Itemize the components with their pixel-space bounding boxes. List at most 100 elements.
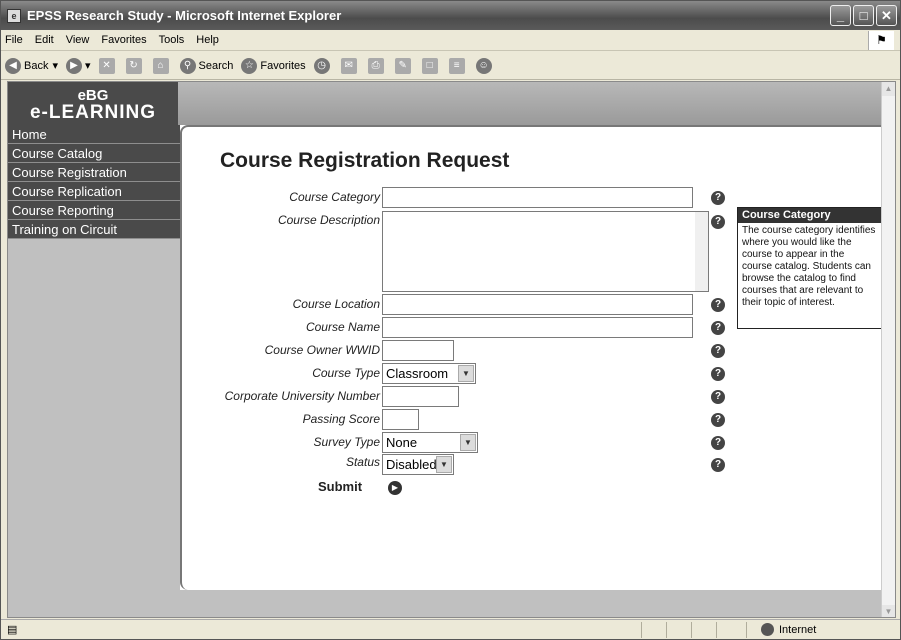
help-icon[interactable]: ? <box>711 367 725 381</box>
page-icon: ▤ <box>7 624 18 636</box>
survey-type-label: Survey Type <box>313 435 380 449</box>
nav-training-on-circuit[interactable]: Training on Circuit <box>8 220 180 239</box>
footer-band <box>180 590 883 617</box>
chevron-down-icon: ▾ <box>52 60 58 72</box>
nav-course-reporting[interactable]: Course Reporting <box>8 201 180 220</box>
home-icon: ⌂ <box>152 57 169 74</box>
mail-button[interactable]: ✉ <box>340 57 360 74</box>
window-title: EPSS Research Study - Microsoft Internet… <box>27 8 342 23</box>
menu-view[interactable]: View <box>66 34 90 46</box>
course-name-input[interactable] <box>382 317 693 338</box>
edit-icon: ✎ <box>394 57 411 74</box>
discuss-button[interactable]: □ <box>421 57 441 74</box>
status-select[interactable]: Disabled ▼ <box>382 454 454 475</box>
globe-icon <box>761 623 774 636</box>
home-button[interactable]: ⌂ <box>152 57 172 74</box>
help-icon[interactable]: ? <box>711 344 725 358</box>
course-location-label: Course Location <box>292 297 380 311</box>
help-icon[interactable]: ? <box>711 458 725 472</box>
mail-icon: ✉ <box>340 57 357 74</box>
course-type-select[interactable]: Classroom ▼ <box>382 363 476 384</box>
chevron-down-icon: ▼ <box>458 365 474 382</box>
ie-icon: e <box>7 8 21 23</box>
menu-favorites[interactable]: Favorites <box>101 34 146 46</box>
course-location-input[interactable] <box>382 294 693 315</box>
textarea-scrollbar[interactable] <box>695 212 708 291</box>
scroll-down-arrow-icon[interactable]: ▼ <box>882 605 895 617</box>
nav-course-replication[interactable]: Course Replication <box>8 182 180 201</box>
help-icon[interactable]: ? <box>711 215 725 229</box>
corporate-university-number-label: Corporate University Number <box>224 389 380 403</box>
menu-tools[interactable]: Tools <box>159 34 185 46</box>
status-divider <box>746 622 747 638</box>
submit-arrow-icon[interactable]: ▶ <box>388 481 402 495</box>
favorites-button[interactable]: ☆ Favorites <box>241 57 306 74</box>
course-description-textarea[interactable] <box>382 211 709 292</box>
nav-home[interactable]: Home <box>8 125 180 144</box>
help-icon[interactable]: ? <box>711 298 725 312</box>
search-icon: ⚲ <box>179 57 196 74</box>
refresh-button[interactable]: ↻ <box>125 57 145 74</box>
survey-type-select[interactable]: None ▼ <box>382 432 478 453</box>
menu-edit[interactable]: Edit <box>35 34 54 46</box>
back-button[interactable]: ◀ Back ▾ <box>5 57 58 74</box>
corporate-university-number-input[interactable] <box>382 386 459 407</box>
course-owner-wwid-input[interactable] <box>382 340 454 361</box>
history-button[interactable]: ◷ <box>313 57 333 74</box>
messenger-icon: ☺ <box>475 57 492 74</box>
help-icon[interactable]: ? <box>711 436 725 450</box>
refresh-icon: ↻ <box>125 57 142 74</box>
nav-course-registration[interactable]: Course Registration <box>8 163 180 182</box>
edit-button[interactable]: ✎ <box>394 57 414 74</box>
menu-bar: File Edit View Favorites Tools Help ⚑ <box>1 30 900 51</box>
course-category-label: Course Category <box>289 190 380 204</box>
print-button[interactable]: ⎙ <box>367 57 387 74</box>
research-button[interactable]: ≡ <box>448 57 468 74</box>
page-viewport: eBG e-LEARNING Home Course Catalog Cours… <box>7 81 896 618</box>
help-icon[interactable]: ? <box>711 413 725 427</box>
research-icon: ≡ <box>448 57 465 74</box>
sidebar-nav: Home Course Catalog Course Registration … <box>8 125 180 617</box>
help-icon[interactable]: ? <box>711 390 725 404</box>
menu-file[interactable]: File <box>5 34 23 46</box>
status-divider <box>691 622 692 638</box>
stop-button[interactable]: ✕ <box>98 57 118 74</box>
status-divider <box>641 622 642 638</box>
course-category-input[interactable] <box>382 187 693 208</box>
chevron-down-icon: ▾ <box>85 60 91 72</box>
maximize-button[interactable]: □ <box>853 5 874 26</box>
toolbar: ◀ Back ▾ ▶ ▾ ✕ ↻ ⌂ ⚲ Search ☆ Favorites … <box>1 52 900 80</box>
status-divider <box>666 622 667 638</box>
minimize-button[interactable]: _ <box>830 5 851 26</box>
messenger-button[interactable]: ☺ <box>475 57 495 74</box>
brand-logo[interactable]: eBG e-LEARNING <box>8 82 178 125</box>
course-owner-wwid-label: Course Owner WWID <box>264 343 380 357</box>
page-scrollbar[interactable]: ▲ ▼ <box>881 82 895 617</box>
discuss-icon: □ <box>421 57 438 74</box>
security-zone: Internet <box>761 623 816 636</box>
course-type-label: Course Type <box>312 366 380 380</box>
windows-logo-icon: ⚑ <box>868 31 894 50</box>
help-icon[interactable]: ? <box>711 191 725 205</box>
close-button[interactable]: ✕ <box>876 5 897 26</box>
submit-label[interactable]: Submit <box>318 479 362 494</box>
chevron-down-icon: ▼ <box>436 456 452 473</box>
search-button[interactable]: ⚲ Search <box>179 57 233 74</box>
status-divider <box>716 622 717 638</box>
help-tooltip: Course Category The course category iden… <box>737 207 882 329</box>
forward-button[interactable]: ▶ ▾ <box>66 57 91 74</box>
history-icon: ◷ <box>313 57 330 74</box>
forward-arrow-icon: ▶ <box>66 57 82 74</box>
help-icon[interactable]: ? <box>711 321 725 335</box>
course-description-label: Course Description <box>277 213 380 227</box>
status-label: Status <box>345 455 380 469</box>
menu-help[interactable]: Help <box>196 34 219 46</box>
main-panel: Course Registration Request Course Categ… <box>180 125 883 590</box>
star-icon: ☆ <box>241 57 258 74</box>
nav-course-catalog[interactable]: Course Catalog <box>8 144 180 163</box>
tooltip-title: Course Category <box>738 208 881 223</box>
passing-score-label: Passing Score <box>302 412 380 426</box>
scroll-up-arrow-icon[interactable]: ▲ <box>882 82 895 96</box>
browser-window: e EPSS Research Study - Microsoft Intern… <box>0 0 901 640</box>
passing-score-input[interactable] <box>382 409 419 430</box>
